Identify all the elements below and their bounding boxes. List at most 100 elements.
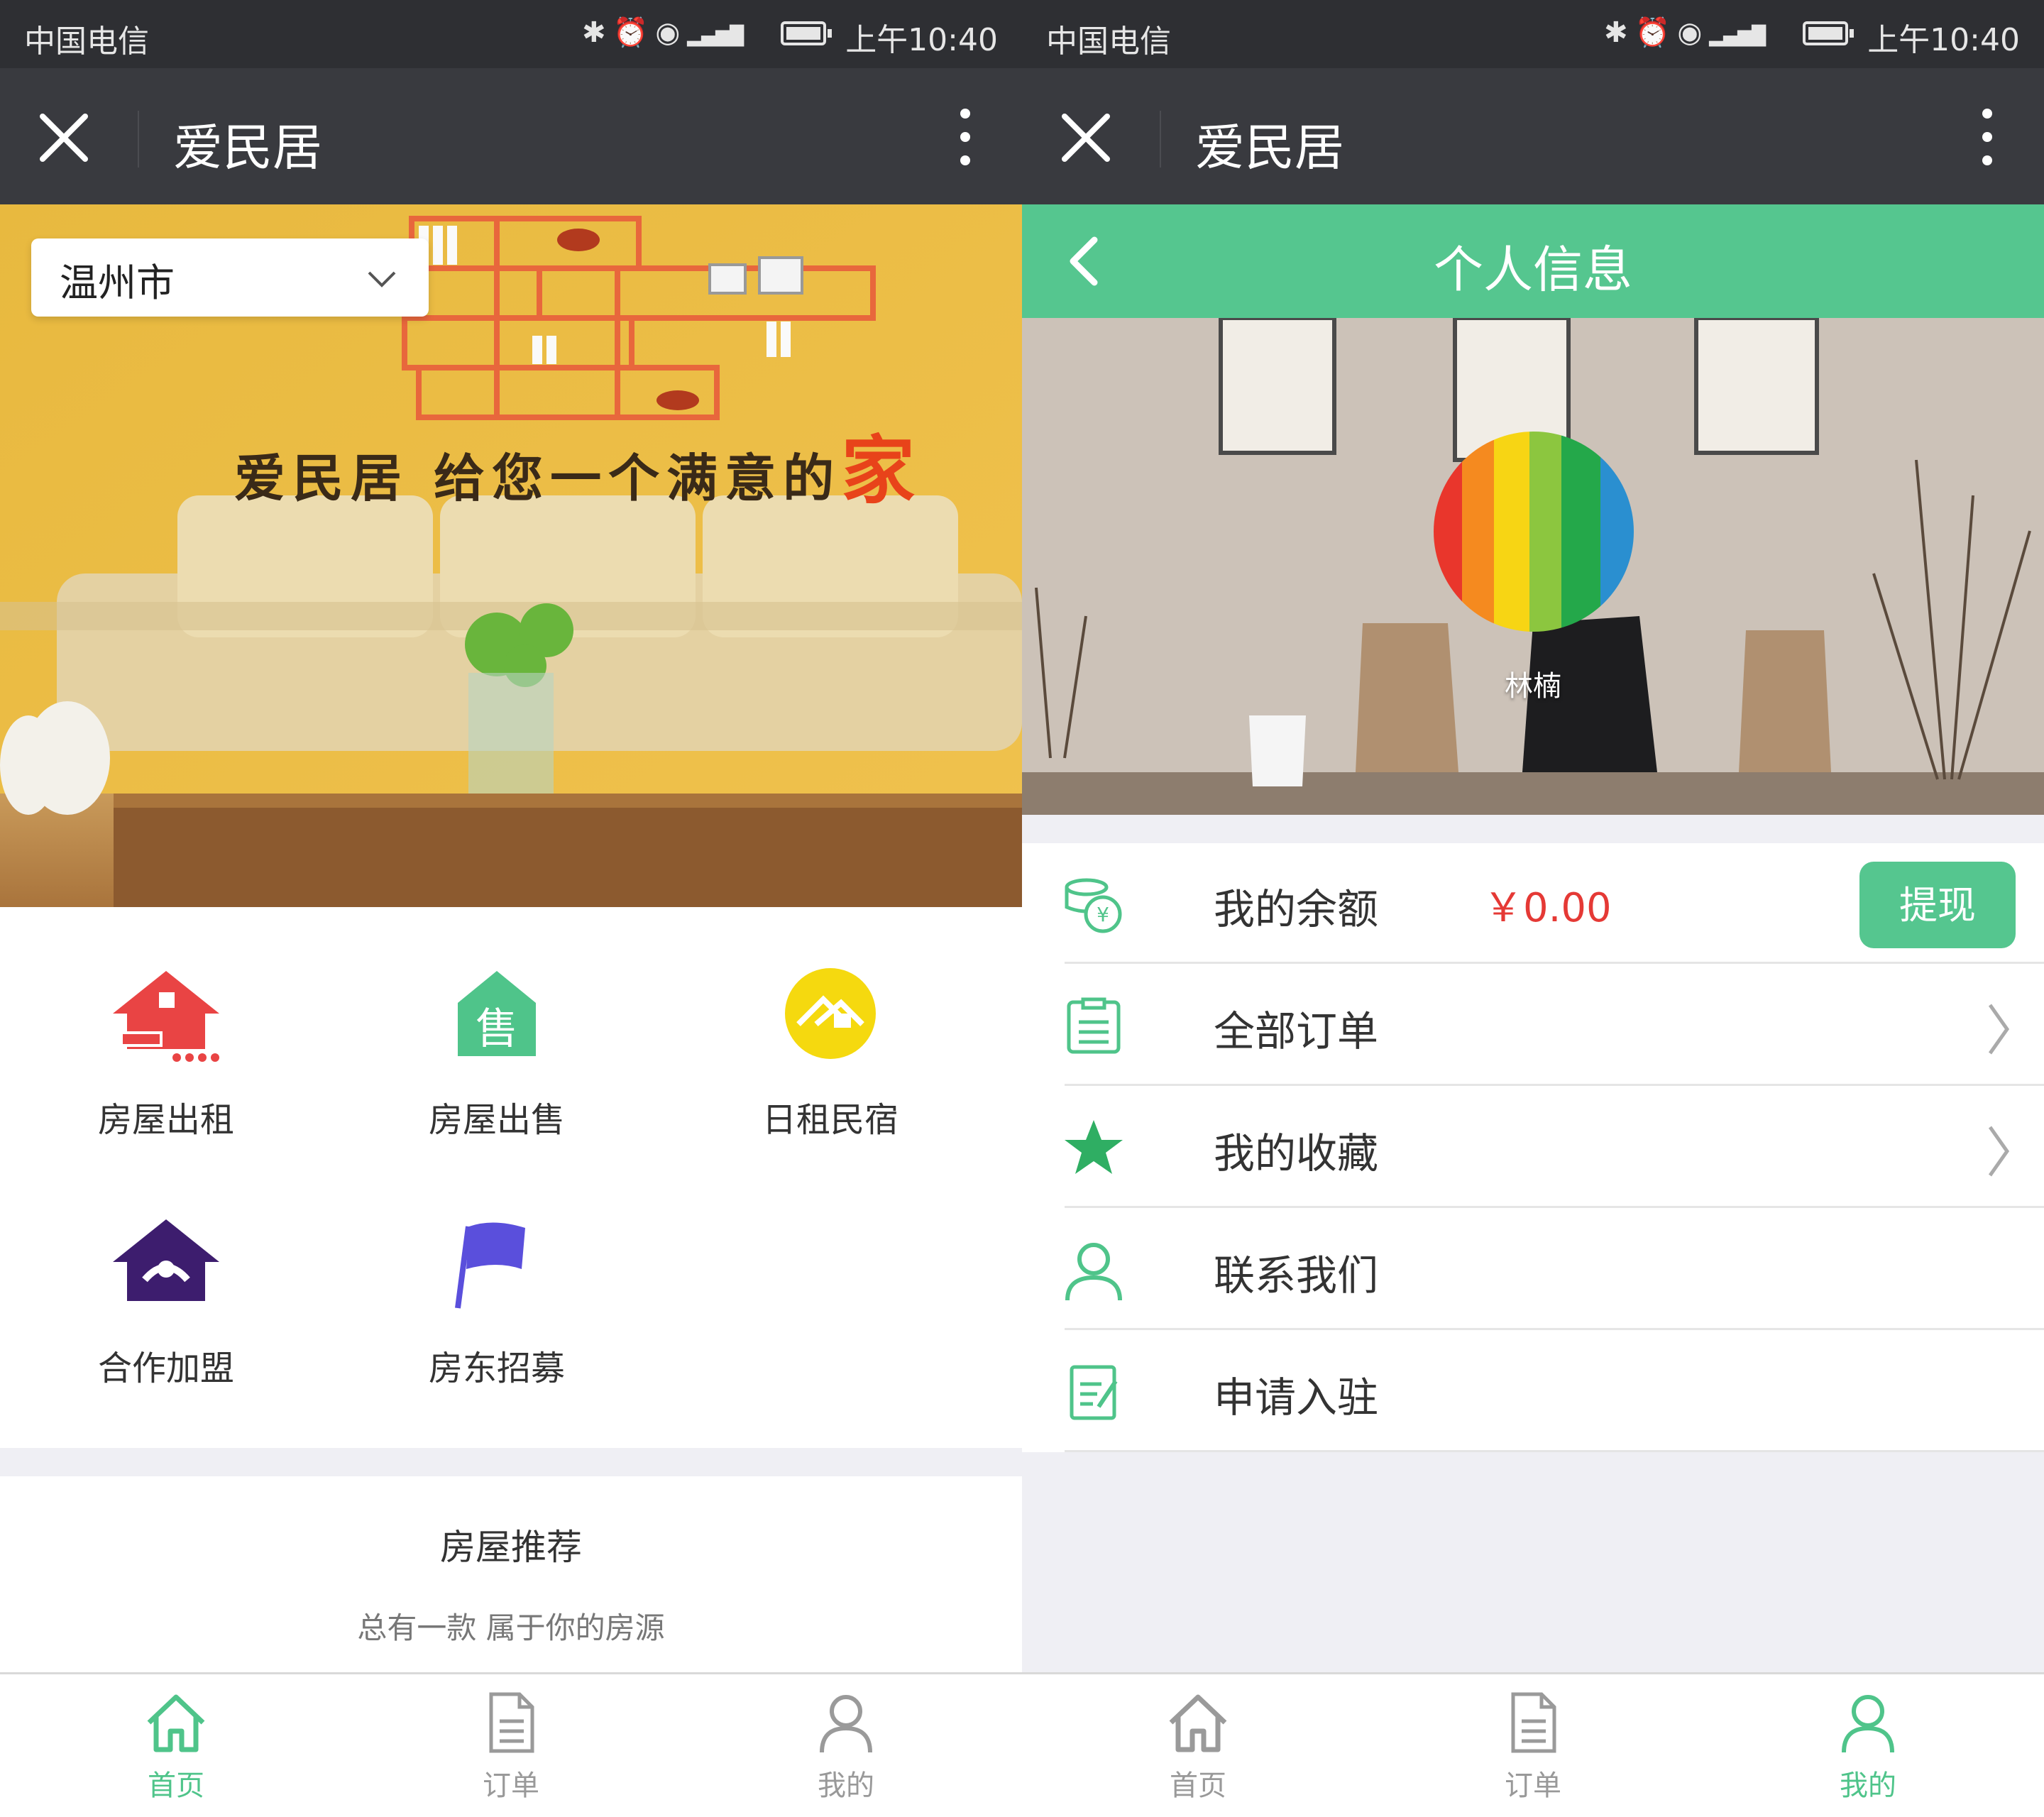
- row-divider: [1065, 1206, 2044, 1208]
- avatar[interactable]: [1434, 432, 1634, 632]
- tab-label: 首页: [1170, 1769, 1226, 1802]
- close-icon[interactable]: [35, 109, 92, 166]
- tab-mine[interactable]: 我的: [676, 1674, 1016, 1817]
- all-orders-row[interactable]: 全部订单: [1022, 965, 2044, 1086]
- balance-value: ￥0.00: [1483, 885, 1612, 931]
- clock: 上午10:40: [1867, 22, 2020, 58]
- category-label: 房东招募: [428, 1349, 565, 1388]
- svg-text:售: 售: [476, 1004, 518, 1054]
- tab-bar: 首页 订单 我的: [1022, 1672, 2044, 1817]
- status-bar: 中国电信 ✱⏰◉▂▄▆█ 上午10:40: [1022, 0, 2044, 68]
- user-icon: [820, 1695, 872, 1753]
- row-divider: [1065, 1328, 2044, 1330]
- category-house-sale[interactable]: 售 房屋出售: [355, 964, 639, 1191]
- form-icon: [1070, 1365, 1118, 1420]
- profile-background: 林楠: [1022, 318, 2044, 815]
- recommend-title: 房屋推荐: [440, 1527, 582, 1568]
- wechat-title-bar: 爱民居: [1022, 68, 2044, 204]
- tab-label: 我的: [1840, 1769, 1896, 1802]
- category-grid: 房屋出租 售 房屋出售 日租民宿 合作加盟 房东招募: [0, 907, 1022, 1448]
- coins-icon: ¥: [1065, 878, 1122, 933]
- tab-orders[interactable]: 订单: [341, 1674, 681, 1817]
- profile-screen: 中国电信 ✱⏰◉▂▄▆█ 上午10:40 爱民居 个人信息 林楠 ¥ 我的余额 …: [1022, 0, 2044, 1817]
- document-icon: [489, 1692, 534, 1753]
- favorites-row[interactable]: 我的收藏: [1022, 1087, 2044, 1208]
- battery-icon: [1803, 21, 1854, 45]
- title-divider: [1160, 111, 1161, 168]
- cooperation-icon: [113, 1219, 219, 1301]
- eye-icon: ◉: [655, 16, 688, 49]
- alarm-icon: ⏰: [1634, 16, 1678, 49]
- category-label: 日租民宿: [762, 1100, 899, 1140]
- category-homestay[interactable]: 日租民宿: [688, 964, 972, 1191]
- username: 林楠: [1505, 670, 1561, 703]
- balance-label: 我的余额: [1214, 885, 1379, 933]
- apply-label: 申请入驻: [1214, 1373, 1379, 1422]
- city-value: 温州市: [60, 260, 175, 305]
- tab-label: 首页: [148, 1769, 204, 1802]
- user-icon: [1842, 1695, 1894, 1753]
- title-divider: [138, 111, 139, 168]
- category-cooperation[interactable]: 合作加盟: [24, 1212, 308, 1439]
- category-house-rent[interactable]: 房屋出租: [24, 964, 308, 1191]
- category-label: 房屋出售: [428, 1100, 565, 1140]
- bluetooth-icon: ✱: [582, 16, 613, 49]
- city-selector[interactable]: 温州市: [31, 238, 429, 317]
- category-landlord-recruit[interactable]: 房东招募: [355, 1212, 639, 1439]
- status-icons: ✱⏰◉▂▄▆█: [1604, 16, 1766, 49]
- tab-label: 订单: [483, 1769, 539, 1802]
- home-banner[interactable]: 温州市 爱民居 给您一个满意的家: [0, 204, 1022, 907]
- category-label: 房屋出租: [97, 1100, 234, 1140]
- withdraw-button[interactable]: 提现: [1859, 862, 2016, 948]
- profile-header: 个人信息: [1022, 204, 2044, 318]
- orders-label: 全部订单: [1214, 1007, 1379, 1055]
- profile-menu: ¥ 我的余额 ￥0.00 提现 全部订单 我的收藏 联系我们 申请入驻: [1022, 843, 2044, 1452]
- recommend-subtitle: 总有一款 属于你的房源: [357, 1610, 665, 1645]
- status-bar: 中国电信 ✱⏰◉▂▄▆█ 上午10:40: [0, 0, 1022, 68]
- category-label: 合作加盟: [97, 1349, 234, 1388]
- row-divider: [1065, 1450, 2044, 1452]
- flag-icon: [455, 1222, 525, 1309]
- apply-row[interactable]: 申请入驻: [1022, 1332, 2044, 1452]
- tab-home[interactable]: 首页: [6, 1674, 346, 1817]
- slogan-main: 爱民居 给您一个满意的: [234, 448, 842, 508]
- contact-label: 联系我们: [1214, 1251, 1379, 1300]
- balance-row: ¥ 我的余额 ￥0.00 提现: [1022, 843, 2044, 964]
- user-icon: [1065, 1243, 1122, 1301]
- screen: 中国电信 ✱⏰◉▂▄▆█ 上午10:40 爱民居 温州市 爱民居 给您一个满意的…: [0, 0, 2044, 1817]
- row-divider: [1065, 1084, 2044, 1086]
- bluetooth-icon: ✱: [1604, 16, 1635, 49]
- contact-row[interactable]: 联系我们: [1022, 1209, 2044, 1330]
- wechat-title-bar: 爱民居: [0, 68, 1022, 204]
- status-icons: ✱⏰◉▂▄▆█: [582, 16, 744, 49]
- clock: 上午10:40: [845, 22, 998, 58]
- recommend-section: 房屋推荐 总有一款 属于你的房源: [0, 1476, 1022, 1674]
- more-icon[interactable]: [1966, 105, 2009, 169]
- close-icon[interactable]: [1057, 109, 1114, 166]
- tab-label: 我的: [818, 1769, 874, 1802]
- row-divider: [1065, 962, 2044, 964]
- star-icon: [1065, 1120, 1123, 1174]
- document-icon: [1511, 1692, 1556, 1753]
- svg-text:¥: ¥: [1097, 903, 1109, 926]
- eye-icon: ◉: [1677, 16, 1710, 49]
- signal-icon: ▂▄▆█: [687, 26, 744, 47]
- section-divider: [0, 1448, 1022, 1476]
- tab-home[interactable]: 首页: [1028, 1674, 1368, 1817]
- more-icon[interactable]: [944, 105, 987, 169]
- chevron-right-icon: [1988, 1126, 2010, 1177]
- chevron-down-icon: [368, 271, 396, 287]
- chevron-right-icon: [1988, 1004, 2010, 1055]
- slogan-accent: 家: [841, 427, 923, 514]
- house-sale-icon: 售: [458, 971, 536, 1056]
- house-rent-icon: [113, 971, 219, 1062]
- home-icon: [1169, 1694, 1227, 1752]
- home-screen: 中国电信 ✱⏰◉▂▄▆█ 上午10:40 爱民居 温州市 爱民居 给您一个满意的…: [0, 0, 1022, 1817]
- tab-mine[interactable]: 我的: [1698, 1674, 2038, 1817]
- page-title: 爱民居: [173, 119, 322, 177]
- favorites-label: 我的收藏: [1214, 1129, 1379, 1178]
- tab-orders[interactable]: 订单: [1363, 1674, 1703, 1817]
- banner-slogan: 爱民居 给您一个满意的家: [234, 410, 922, 517]
- clipboard-icon: [1067, 997, 1121, 1054]
- carrier-label: 中国电信: [24, 23, 149, 60]
